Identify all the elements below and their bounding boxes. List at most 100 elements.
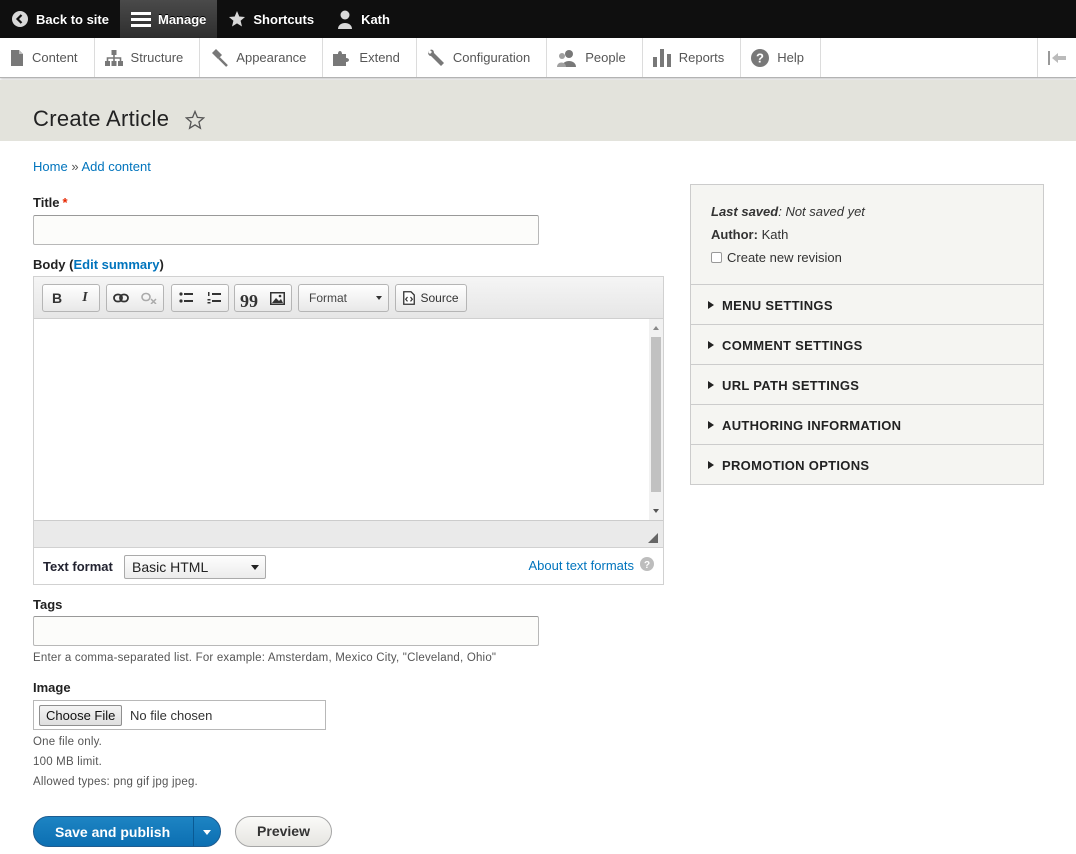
- tray-label: Help: [777, 50, 804, 65]
- page-title: Create Article: [33, 106, 170, 131]
- tray-item-help[interactable]: ? Help: [741, 38, 821, 77]
- admin-tray: Content Structure Appearance Extend Conf…: [0, 38, 1076, 78]
- italic-icon: I: [82, 290, 88, 305]
- tray-item-content[interactable]: Content: [0, 38, 95, 77]
- paintbrush-icon: [212, 48, 229, 67]
- user-tab[interactable]: Kath: [325, 0, 401, 38]
- chevron-down-icon: [376, 296, 382, 300]
- tray-item-people[interactable]: People: [547, 38, 643, 77]
- scroll-up-arrow-icon[interactable]: [649, 322, 663, 334]
- editor-toolbar: B I 99 Format Source: [34, 277, 663, 319]
- quote-icon: 99: [240, 290, 258, 311]
- about-text-formats-link[interactable]: About text formats: [529, 558, 635, 573]
- tray-item-reports[interactable]: Reports: [643, 38, 742, 77]
- scrollbar-thumb[interactable]: [651, 337, 661, 492]
- title-input[interactable]: [33, 215, 539, 245]
- create-revision-line: Create new revision: [711, 250, 842, 265]
- accordion-url-path-settings[interactable]: URL PATH SETTINGS: [691, 365, 1043, 405]
- shortcuts-tab[interactable]: Shortcuts: [217, 0, 325, 38]
- breadcrumb: Home » Add content: [33, 159, 151, 174]
- breadcrumb-home-link[interactable]: Home: [33, 159, 68, 174]
- accordion-comment-settings[interactable]: COMMENT SETTINGS: [691, 325, 1043, 365]
- source-icon: [403, 291, 416, 305]
- editor-list-group: [171, 284, 229, 312]
- text-format-row: Text format Basic HTML About text format…: [34, 547, 663, 584]
- blockquote-button[interactable]: 99: [235, 285, 263, 311]
- unlink-button[interactable]: [135, 285, 163, 311]
- tray-label: Structure: [130, 50, 184, 65]
- file-help-line: 100 MB limit.: [33, 756, 103, 768]
- tray-item-configuration[interactable]: Configuration: [417, 38, 548, 77]
- save-and-publish-button[interactable]: Save and publish: [33, 816, 221, 847]
- image-file-input[interactable]: Choose File No file chosen: [33, 700, 326, 730]
- last-saved-label: Last saved: [711, 204, 779, 219]
- link-button[interactable]: [107, 285, 135, 311]
- file-help-line: Allowed types: png gif jpg jpeg.: [33, 776, 198, 788]
- format-dropdown[interactable]: Format: [298, 284, 389, 312]
- editor-insert-group: 99: [234, 284, 292, 312]
- text-format-value: Basic HTML: [132, 559, 209, 575]
- user-label: Kath: [361, 11, 390, 27]
- accordion-promotion-options[interactable]: PROMOTION OPTIONS: [691, 445, 1043, 485]
- svg-text:?: ?: [756, 50, 764, 65]
- body-label-text: Body: [33, 257, 66, 272]
- chevron-down-icon[interactable]: [203, 830, 211, 835]
- edit-summary-link[interactable]: Edit summary: [73, 257, 159, 272]
- image-button[interactable]: [263, 285, 291, 311]
- bulleted-list-button[interactable]: [172, 285, 200, 311]
- accordion-label: MENU SETTINGS: [722, 298, 833, 313]
- create-revision-checkbox[interactable]: [711, 252, 722, 263]
- numbered-list-button[interactable]: [200, 285, 228, 311]
- tray-label: Configuration: [452, 50, 531, 65]
- hamburger-icon: [130, 12, 151, 27]
- no-file-chosen-text: No file chosen: [130, 708, 213, 723]
- title-label-text: Title: [33, 195, 60, 210]
- star-icon: [229, 11, 246, 27]
- user-icon: [338, 10, 353, 29]
- editor-link-group: [106, 284, 164, 312]
- accordion-label: AUTHORING INFORMATION: [722, 418, 902, 433]
- breadcrumb-add-content-link[interactable]: Add content: [81, 159, 150, 174]
- editor-resize-bar: [34, 520, 663, 547]
- tags-description: Enter a comma-separated list. For exampl…: [33, 652, 497, 664]
- create-revision-label[interactable]: Create new revision: [727, 250, 842, 265]
- accordion-authoring-information[interactable]: AUTHORING INFORMATION: [691, 405, 1043, 445]
- accordion-menu-settings[interactable]: MENU SETTINGS: [691, 285, 1043, 325]
- numbered-list-icon: [207, 292, 221, 304]
- bold-button[interactable]: B: [43, 285, 71, 311]
- italic-button[interactable]: I: [71, 285, 99, 311]
- source-label: Source: [420, 291, 459, 305]
- svg-text:?: ?: [644, 560, 650, 571]
- tray-label: Content: [32, 50, 78, 65]
- format-dropdown-label: Format: [309, 291, 348, 305]
- author-value: Kath: [761, 227, 789, 242]
- tray-item-appearance[interactable]: Appearance: [200, 38, 324, 77]
- resize-handle-icon[interactable]: [648, 533, 658, 543]
- toolbar-orientation-toggle[interactable]: [1037, 38, 1076, 77]
- tags-label: Tags: [33, 597, 63, 612]
- collapse-icon: [1048, 50, 1066, 65]
- body-editor-content[interactable]: [34, 319, 663, 520]
- accordion-label: COMMENT SETTINGS: [722, 338, 863, 353]
- link-icon: [113, 293, 129, 303]
- scroll-down-arrow-icon[interactable]: [649, 505, 663, 517]
- puzzle-icon: [333, 50, 350, 66]
- preview-button[interactable]: Preview: [235, 816, 332, 847]
- tray-label: Extend: [359, 50, 400, 65]
- back-to-site-link[interactable]: Back to site: [0, 0, 120, 38]
- tray-item-structure[interactable]: Structure: [95, 38, 201, 77]
- help-icon[interactable]: ?: [640, 557, 654, 571]
- editor-scrollbar[interactable]: [649, 319, 663, 520]
- text-format-select[interactable]: Basic HTML: [124, 555, 266, 579]
- manage-tab[interactable]: Manage: [119, 0, 218, 38]
- source-button[interactable]: Source: [395, 284, 467, 312]
- back-arrow-icon: [12, 11, 28, 27]
- tray-label: Reports: [678, 50, 725, 65]
- tags-input[interactable]: [33, 616, 539, 646]
- tray-item-extend[interactable]: Extend: [323, 38, 417, 77]
- shortcut-star-icon[interactable]: [185, 110, 205, 130]
- bulleted-list-icon: [179, 292, 193, 303]
- shortcuts-label: Shortcuts: [253, 11, 315, 27]
- author-line: Author: Kath: [711, 227, 789, 242]
- choose-file-button[interactable]: Choose File: [39, 705, 123, 726]
